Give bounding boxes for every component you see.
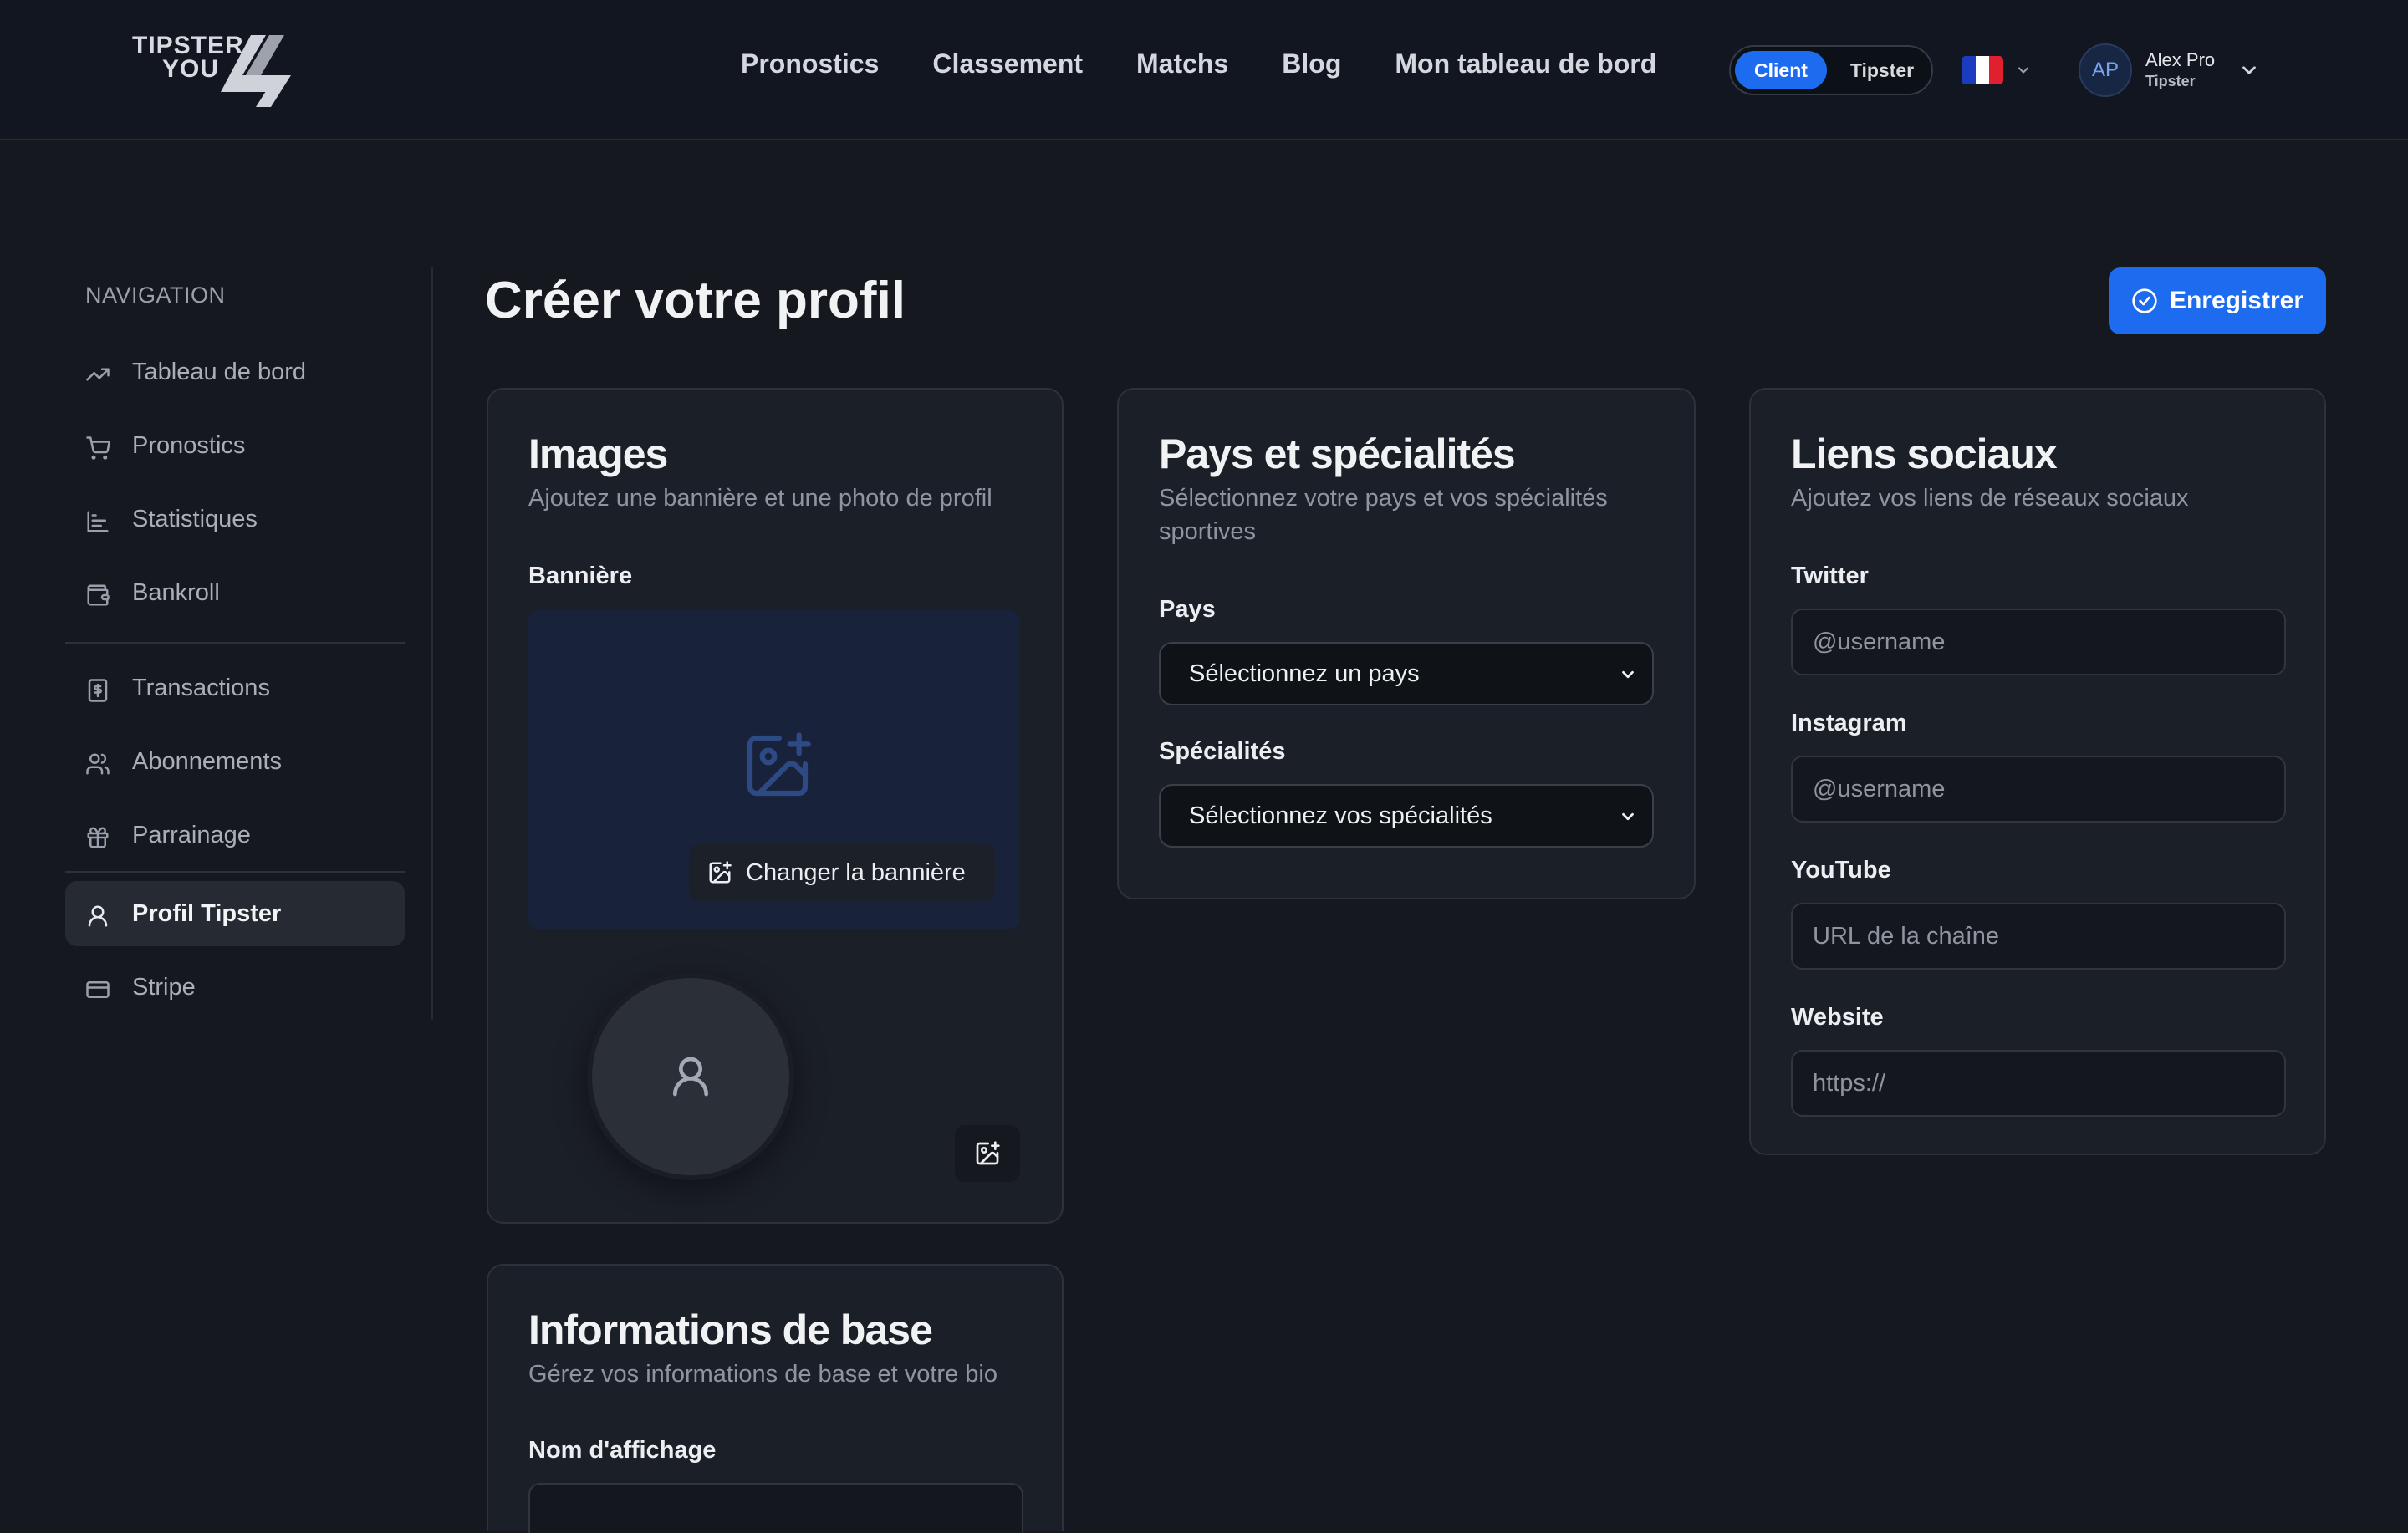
role-toggle: Client Tipster [1729, 45, 1933, 95]
bar-chart-icon [87, 511, 109, 532]
sidebar-item-label: Transactions [132, 675, 270, 701]
main-nav: Pronostics Classement Matchs Blog Mon ta… [741, 47, 1710, 80]
gift-icon [87, 827, 109, 848]
nav-link-matchs[interactable]: Matchs [1136, 47, 1228, 80]
banner-label: Bannière [528, 563, 633, 589]
basic-info-card: Informations de base Gérez vos informati… [487, 1264, 1064, 1533]
users-icon [86, 753, 110, 775]
social-links-card: Liens sociaux Ajoutez vos liens de résea… [1749, 388, 2326, 1155]
cart-icon [86, 436, 110, 460]
chevron-down-icon [1622, 670, 1634, 679]
card-subtitle: Ajoutez vos liens de réseaux sociaux [1791, 485, 2189, 512]
card-subtitle: Sélectionnez votre pays et vos spécialit… [1159, 485, 1608, 545]
user-icon [673, 1057, 708, 1097]
sidebar-item-label: Pronostics [132, 432, 246, 459]
display-name-label: Nom d'affichage [528, 1437, 717, 1464]
user-menu[interactable]: AP Alex Pro Tipster [2079, 42, 2260, 99]
card-title: Images [528, 430, 668, 477]
avatar: AP [2079, 43, 2132, 97]
page-title: Créer votre profil [485, 272, 906, 329]
country-select[interactable]: Sélectionnez un pays [1159, 642, 1654, 705]
nav-link-pronostics[interactable]: Pronostics [741, 47, 879, 80]
sidebar-item-label: Tableau de bord [132, 359, 306, 385]
chevron-down-icon [1622, 812, 1634, 821]
specialties-select-value: Sélectionnez vos spécialités [1189, 802, 1492, 829]
country-label: Pays [1159, 596, 1216, 623]
sidebar-item-label: Abonnements [132, 748, 282, 775]
sidebar-item-bankroll[interactable]: Bankroll [65, 560, 405, 625]
images-card: Images Ajoutez une bannière et une photo… [487, 388, 1064, 1224]
card-title: Informations de base [528, 1306, 933, 1353]
image-plus-icon [976, 1141, 1000, 1165]
logo-text-line2: YOU [162, 55, 220, 83]
card-subtitle: Ajoutez une bannière et une photo de pro… [528, 485, 992, 512]
website-label: Website [1791, 1004, 1884, 1031]
country-specialties-card: Pays et spécialités Sélectionnez votre p… [1117, 388, 1696, 899]
user-name: Alex Pro [2145, 49, 2216, 70]
sidebar-border [431, 267, 433, 1020]
sidebar-item-statistiques[interactable]: Statistiques [65, 486, 405, 552]
sidebar-item-label: Statistiques [132, 506, 258, 532]
top-navbar: TIPSTER YOU Pronostics Classement Matchs… [0, 0, 2408, 140]
sidebar-item-transactions[interactable]: Transactions [65, 655, 405, 721]
sidebar-heading: NAVIGATION [85, 283, 226, 308]
sidebar-item-label: Bankroll [132, 579, 220, 606]
sidebar-divider [65, 642, 405, 644]
nav-link-classement[interactable]: Classement [932, 47, 1083, 80]
sidebar-item-label: Profil Tipster [132, 900, 282, 927]
twitter-input[interactable]: @username [1791, 609, 2286, 675]
country-select-value: Sélectionnez un pays [1189, 660, 1420, 687]
sidebar-item-label: Stripe [132, 974, 196, 1001]
sidebar: NAVIGATION Tableau de bord Pronostics St… [65, 267, 406, 1021]
change-photo-button[interactable] [955, 1125, 1020, 1182]
sidebar-item-parrainage[interactable]: Parrainage [65, 802, 405, 868]
banner-preview[interactable]: Changer la bannière [528, 610, 1020, 929]
image-plus-icon [709, 861, 732, 884]
brand-logo[interactable]: TIPSTER YOU [132, 32, 299, 109]
specialties-label: Spécialités [1159, 738, 1286, 765]
sidebar-item-pronostics[interactable]: Pronostics [65, 413, 405, 478]
change-banner-label: Changer la bannière [746, 858, 966, 886]
instagram-input[interactable]: @username [1791, 756, 2286, 823]
youtube-label: YouTube [1791, 857, 1891, 884]
role-tipster-button[interactable]: Tipster [1836, 51, 1928, 89]
check-circle-icon [2132, 288, 2157, 313]
specialties-select[interactable]: Sélectionnez vos spécialités [1159, 784, 1654, 848]
website-input[interactable]: https:// [1791, 1050, 2286, 1117]
sidebar-item-profil-tipster[interactable]: Profil Tipster [65, 881, 405, 946]
role-client-button[interactable]: Client [1735, 51, 1827, 89]
wallet-icon [87, 584, 110, 606]
sidebar-divider [65, 871, 405, 873]
save-button-label: Enregistrer [2169, 287, 2304, 314]
twitter-label: Twitter [1791, 563, 1869, 589]
user-icon [88, 905, 108, 927]
instagram-label: Instagram [1791, 710, 1907, 736]
youtube-input[interactable]: URL de la chaîne [1791, 903, 2286, 970]
language-selector[interactable] [1962, 55, 2037, 85]
nav-link-blog[interactable]: Blog [1282, 47, 1341, 80]
credit-card-icon [86, 981, 110, 998]
trending-up-icon [86, 368, 110, 381]
save-button[interactable]: Enregistrer [2109, 267, 2326, 334]
logo-mark-icon [221, 35, 291, 107]
fr-flag-icon [1962, 56, 2003, 84]
chevron-down-icon [2018, 67, 2029, 74]
sidebar-item-stripe[interactable]: Stripe [65, 955, 405, 1020]
profile-picture[interactable] [587, 973, 794, 1180]
nav-link-dashboard[interactable]: Mon tableau de bord [1395, 47, 1656, 80]
chevron-down-icon [2242, 66, 2257, 74]
card-title: Pays et spécialités [1159, 430, 1516, 477]
card-subtitle: Gérez vos informations de base et votre … [528, 1361, 997, 1388]
sidebar-item-label: Parrainage [132, 822, 251, 848]
user-role: Tipster [2145, 73, 2196, 89]
receipt-icon [88, 679, 108, 702]
sidebar-item-abonnements[interactable]: Abonnements [65, 729, 405, 794]
sidebar-item-tableau-de-bord[interactable]: Tableau de bord [65, 339, 405, 405]
image-plus-icon [747, 732, 811, 797]
display-name-input[interactable] [528, 1483, 1023, 1533]
card-title: Liens sociaux [1791, 430, 2058, 477]
change-banner-button[interactable]: Changer la bannière [689, 844, 995, 901]
